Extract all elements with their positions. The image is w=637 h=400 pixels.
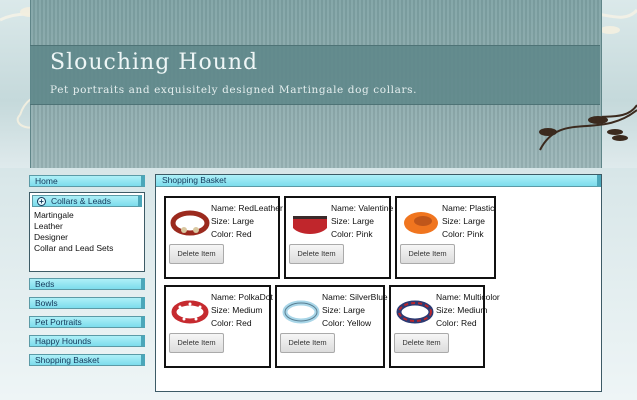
item-color: Color: Pink [442, 229, 484, 239]
item-name: Name: Valentine [331, 203, 394, 213]
panel-heading: Shopping Basket [156, 175, 601, 187]
plus-circle-icon[interactable]: + [37, 197, 46, 206]
nav-sub-martingale[interactable]: Martingale [34, 210, 74, 220]
delete-item-button[interactable]: Delete Item [289, 244, 344, 264]
nav-collars-leads[interactable]: + Collars & Leads [32, 195, 142, 207]
site-header: Slouching Hound Pet portraits and exquis… [0, 0, 637, 168]
item-size: Size: Medium [211, 305, 263, 315]
item-color: Color: Red [211, 229, 252, 239]
basket-item: Name: RedLeather Size: Large Color: Red … [164, 196, 283, 279]
item-color: Color: Red [436, 318, 477, 328]
delete-item-button[interactable]: Delete Item [169, 244, 224, 264]
item-size: Size: Medium [436, 305, 488, 315]
nav-beds[interactable]: Beds [29, 278, 145, 290]
nav-happy-hounds[interactable]: Happy Hounds [29, 335, 145, 347]
item-name: Name: Plastic [442, 203, 495, 213]
nav-collars-leads-label: Collars & Leads [51, 196, 112, 206]
site-title[interactable]: Slouching Hound [50, 50, 258, 75]
delete-item-button[interactable]: Delete Item [169, 333, 224, 353]
collar-thumbnail [171, 300, 209, 324]
delete-item-button[interactable]: Delete Item [280, 333, 335, 353]
basket-item: Name: PolkaDot Size: Medium Color: Red D… [164, 285, 273, 368]
shopping-basket-panel: Shopping Basket Name: RedLeather Size: L… [155, 174, 602, 392]
basket-item: Name: SilverBlue Size: Large Color: Yell… [275, 285, 388, 368]
nav-pet-portraits[interactable]: Pet Portraits [29, 316, 145, 328]
item-name: Name: PolkaDot [211, 292, 273, 302]
item-name: Name: SilverBlue [322, 292, 388, 302]
collar-thumbnail [170, 210, 210, 236]
item-size: Size: Large [211, 216, 254, 226]
collar-thumbnail [396, 300, 434, 324]
delete-item-button[interactable]: Delete Item [394, 333, 449, 353]
nav-sub-designer[interactable]: Designer [34, 232, 68, 242]
basket-item: Name: Plastic Size: Large Color: Pink De… [395, 196, 496, 279]
title-panel: Slouching Hound Pet portraits and exquis… [30, 45, 600, 105]
item-size: Size: Large [442, 216, 485, 226]
nav-home[interactable]: Home [29, 175, 145, 187]
item-size: Size: Large [322, 305, 365, 315]
bowl-thumbnail [404, 212, 438, 234]
nav-collars-leads-panel: + Collars & Leads Martingale Leather Des… [29, 192, 145, 272]
site-tagline: Pet portraits and exquisitely designed M… [50, 84, 418, 96]
nav-bowls[interactable]: Bowls [29, 297, 145, 309]
nav-shopping-basket[interactable]: Shopping Basket [29, 354, 145, 366]
nav-sub-leather[interactable]: Leather [34, 221, 63, 231]
nav-sub-collar-lead-sets[interactable]: Collar and Lead Sets [34, 243, 113, 253]
basket-item: Name: Valentine Size: Large Color: Pink … [284, 196, 394, 279]
basket-item: Name: Multicolor Size: Medium Color: Red… [389, 285, 500, 368]
item-size: Size: Large [331, 216, 374, 226]
item-name: Name: RedLeather [211, 203, 283, 213]
collar-thumbnail [293, 216, 327, 234]
item-color: Color: Yellow [322, 318, 372, 328]
item-color: Color: Pink [331, 229, 373, 239]
delete-item-button[interactable]: Delete Item [400, 244, 455, 264]
item-color: Color: Red [211, 318, 252, 328]
collar-thumbnail [282, 300, 320, 324]
item-name: Name: Multicolor [436, 292, 500, 302]
